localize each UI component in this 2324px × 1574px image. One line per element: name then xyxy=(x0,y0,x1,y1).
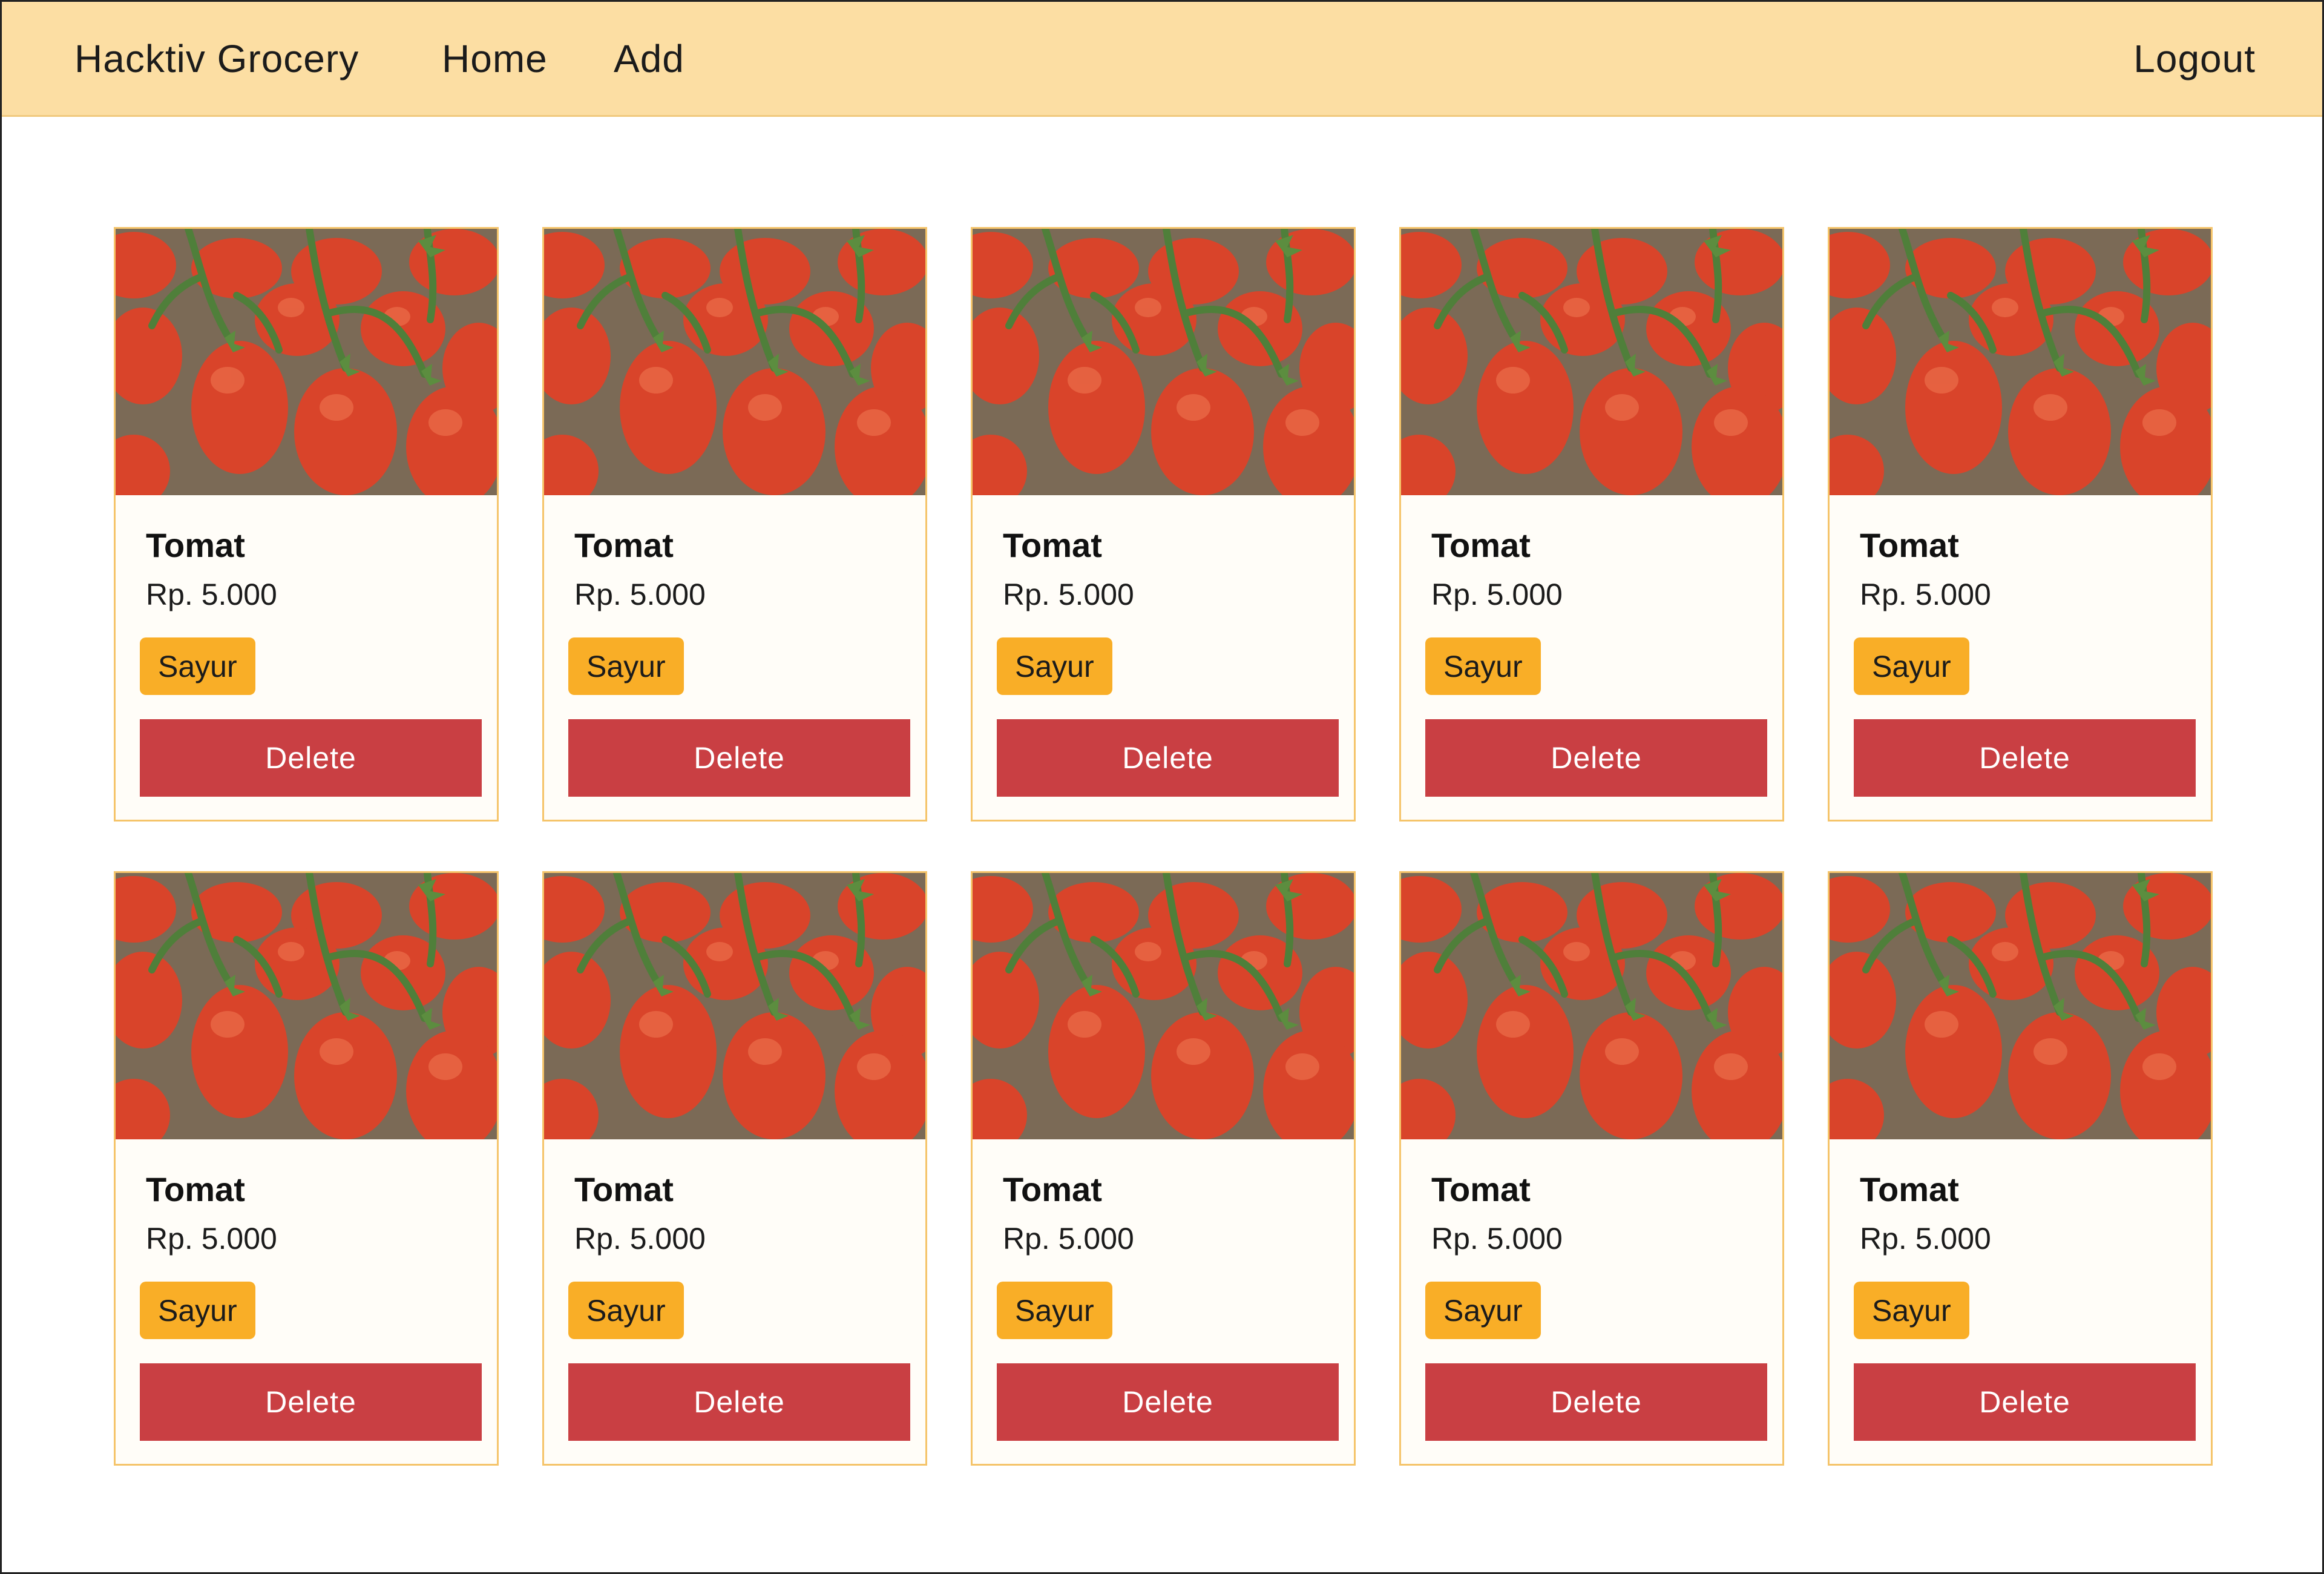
product-card: Tomat Rp. 5.000 Sayur Delete xyxy=(1828,871,2213,1466)
product-image xyxy=(544,229,925,495)
product-price: Rp. 5.000 xyxy=(574,1222,706,1256)
delete-button[interactable]: Delete xyxy=(997,1363,1339,1441)
category-badge: Sayur xyxy=(1425,1282,1541,1339)
product-image xyxy=(544,873,925,1139)
product-card: Tomat Rp. 5.000 Sayur Delete xyxy=(114,227,499,822)
product-price: Rp. 5.000 xyxy=(1003,1222,1134,1256)
product-name: Tomat xyxy=(146,1170,245,1208)
product-card: Tomat Rp. 5.000 Sayur Delete xyxy=(1828,227,2213,822)
product-name: Tomat xyxy=(574,526,674,564)
product-image xyxy=(1830,229,2211,495)
product-name: Tomat xyxy=(1860,526,1959,564)
category-badge: Sayur xyxy=(140,637,255,695)
product-card: Tomat Rp. 5.000 Sayur Delete xyxy=(542,227,927,822)
product-image xyxy=(1830,873,2211,1139)
product-card: Tomat Rp. 5.000 Sayur Delete xyxy=(114,871,499,1466)
product-card: Tomat Rp. 5.000 Sayur Delete xyxy=(1399,227,1784,822)
navbar: Hacktiv Grocery Home Add Logout xyxy=(2,2,2322,117)
category-badge: Sayur xyxy=(997,637,1112,695)
delete-button[interactable]: Delete xyxy=(140,1363,482,1441)
product-image xyxy=(1401,873,1782,1139)
product-price: Rp. 5.000 xyxy=(1860,1222,1991,1256)
category-badge: Sayur xyxy=(1854,637,1969,695)
brand-link[interactable]: Hacktiv Grocery xyxy=(74,36,359,81)
delete-button[interactable]: Delete xyxy=(568,1363,910,1441)
category-badge: Sayur xyxy=(1854,1282,1969,1339)
product-card: Tomat Rp. 5.000 Sayur Delete xyxy=(971,871,1356,1466)
product-name: Tomat xyxy=(1860,1170,1959,1208)
product-price: Rp. 5.000 xyxy=(1431,578,1563,611)
delete-button[interactable]: Delete xyxy=(1425,1363,1767,1441)
delete-button[interactable]: Delete xyxy=(1854,719,2196,797)
product-price: Rp. 5.000 xyxy=(146,1222,277,1256)
product-image xyxy=(1401,229,1782,495)
product-price: Rp. 5.000 xyxy=(1431,1222,1563,1256)
delete-button[interactable]: Delete xyxy=(1425,719,1767,797)
product-name: Tomat xyxy=(1431,1170,1531,1208)
logout-link[interactable]: Logout xyxy=(2133,36,2256,81)
category-badge: Sayur xyxy=(568,1282,684,1339)
delete-button[interactable]: Delete xyxy=(1854,1363,2196,1441)
product-image xyxy=(973,873,1354,1139)
product-name: Tomat xyxy=(1003,1170,1102,1208)
category-badge: Sayur xyxy=(568,637,684,695)
product-price: Rp. 5.000 xyxy=(146,578,277,611)
product-price: Rp. 5.000 xyxy=(574,578,706,611)
delete-button[interactable]: Delete xyxy=(568,719,910,797)
category-badge: Sayur xyxy=(140,1282,255,1339)
app-window: Hacktiv Grocery Home Add Logout Tomat Rp… xyxy=(0,0,2324,1574)
product-price: Rp. 5.000 xyxy=(1860,578,1991,611)
product-name: Tomat xyxy=(1431,526,1531,564)
product-card: Tomat Rp. 5.000 Sayur Delete xyxy=(1399,871,1784,1466)
product-card: Tomat Rp. 5.000 Sayur Delete xyxy=(542,871,927,1466)
product-grid: Tomat Rp. 5.000 Sayur Delete Tomat Rp. 5… xyxy=(114,227,2213,1466)
product-name: Tomat xyxy=(574,1170,674,1208)
product-image xyxy=(973,229,1354,495)
delete-button[interactable]: Delete xyxy=(140,719,482,797)
product-price: Rp. 5.000 xyxy=(1003,578,1134,611)
product-image xyxy=(116,873,497,1139)
product-image xyxy=(116,229,497,495)
product-card: Tomat Rp. 5.000 Sayur Delete xyxy=(971,227,1356,822)
delete-button[interactable]: Delete xyxy=(997,719,1339,797)
nav-home-link[interactable]: Home xyxy=(442,36,548,81)
category-badge: Sayur xyxy=(997,1282,1112,1339)
product-name: Tomat xyxy=(1003,526,1102,564)
nav-add-link[interactable]: Add xyxy=(614,36,684,81)
product-name: Tomat xyxy=(146,526,245,564)
category-badge: Sayur xyxy=(1425,637,1541,695)
